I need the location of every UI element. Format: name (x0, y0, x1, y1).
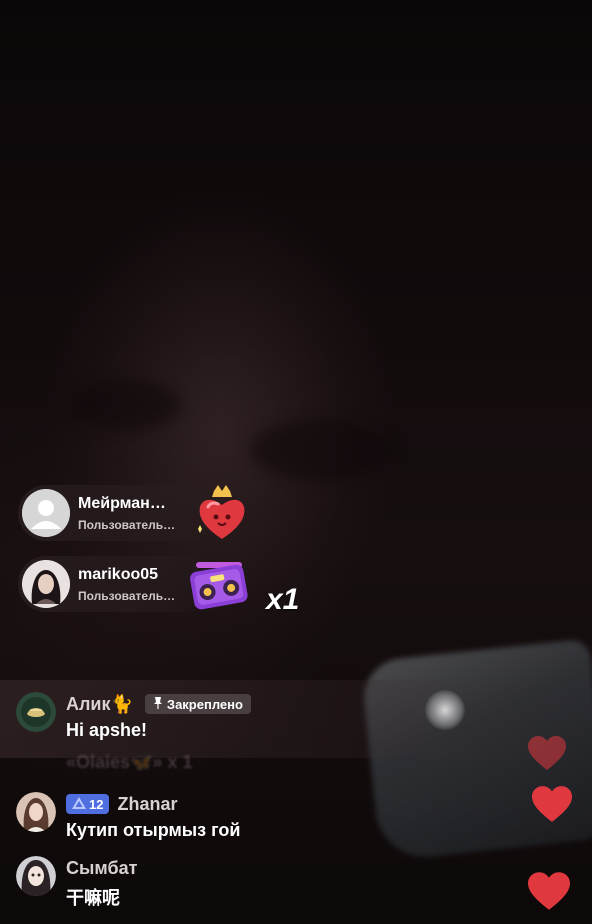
default-avatar-icon[interactable] (22, 489, 70, 537)
heart-crown-gift-icon (194, 485, 250, 548)
like-heart-icon (528, 872, 570, 915)
gift-notification[interactable]: Мейрман… Пользователь… (18, 485, 245, 541)
live-video-background (0, 0, 592, 924)
pin-icon (153, 696, 163, 712)
user-avatar[interactable] (16, 792, 56, 832)
comment-username[interactable]: Алик🐈 (66, 694, 133, 715)
gift-subtitle: Пользователь… (78, 588, 176, 603)
user-photo-avatar[interactable] (22, 560, 70, 608)
like-heart-icon (528, 736, 566, 775)
pinned-badge: Закреплено (144, 694, 251, 714)
gift-notification-pill: Мейрман… Пользователь… (18, 485, 218, 541)
pinned-label: Закреплено (166, 696, 243, 712)
comment-text: 干嘛呢 (66, 888, 120, 908)
comment-text: Hi apshe! (66, 720, 148, 740)
gift-notification[interactable]: marikoo05 Пользователь… (18, 556, 248, 612)
gift-subtitle: Пользователь… (78, 517, 176, 532)
comment-username[interactable]: Сымбат (66, 858, 137, 879)
comment-item[interactable]: 12 Zhanar Кутип отырмыз гой (16, 792, 240, 841)
gift-sender-name[interactable]: Мейрман… (78, 494, 175, 514)
faded-comment: «Olaies🦋» x 1 (66, 752, 193, 772)
level-triangle-icon (72, 796, 86, 812)
boombox-gift-icon (188, 556, 250, 617)
gift-sender-name[interactable]: marikoo05 (78, 565, 175, 585)
face-shadow (70, 380, 180, 430)
comment-text: Кутип отырмыз гой (66, 820, 241, 840)
face-shadow (250, 420, 390, 480)
user-avatar[interactable] (16, 856, 56, 896)
pinned-comment[interactable]: Алик🐈 Закреплено Hi apshe! (16, 692, 251, 741)
user-avatar[interactable] (16, 692, 56, 732)
gift-combo-count: x1 (266, 583, 300, 616)
level-number: 12 (89, 796, 104, 812)
comment-username[interactable]: Zhanar (117, 794, 177, 815)
comment-item[interactable]: Сымбат 干嘛呢 (16, 856, 137, 910)
like-heart-icon (532, 786, 572, 827)
level-badge: 12 (66, 794, 110, 814)
